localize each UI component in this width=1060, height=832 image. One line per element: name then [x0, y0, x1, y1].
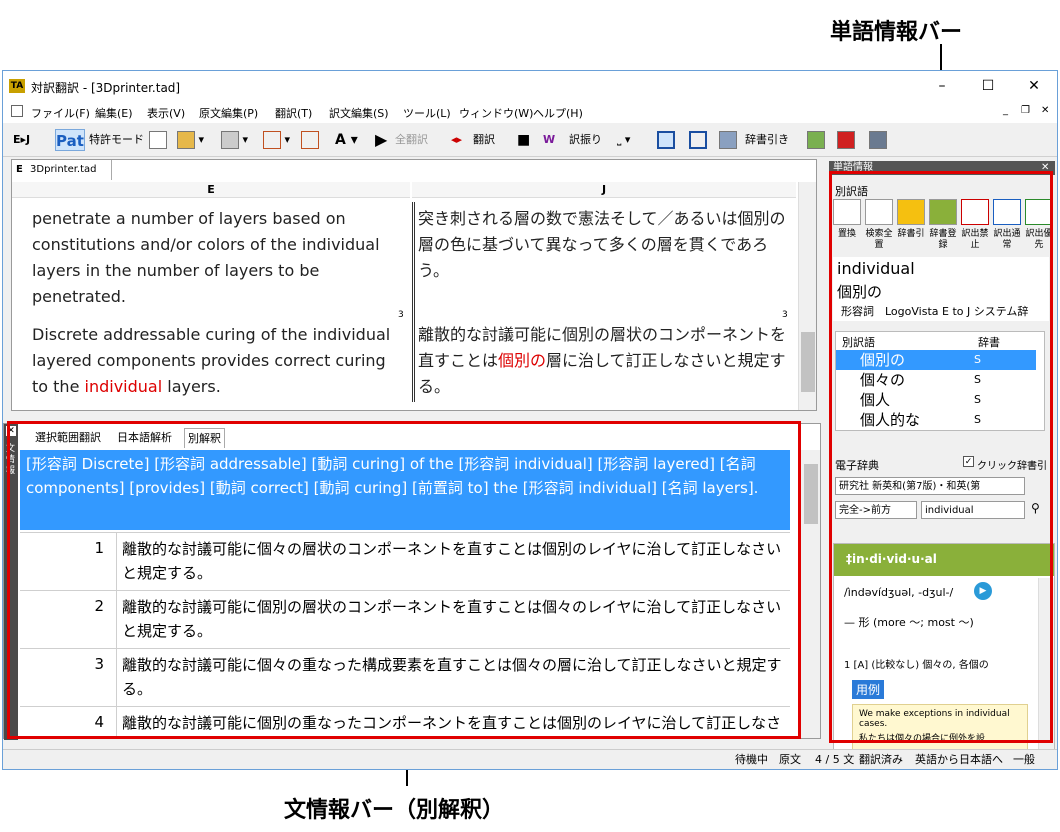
source-sentence-2-b: layers.: [162, 377, 221, 396]
font-size-icon[interactable]: A ▾: [335, 129, 358, 151]
document-scrollbar[interactable]: [798, 182, 816, 410]
play-icon[interactable]: ▶: [375, 129, 387, 151]
menu-view[interactable]: 表示(V): [147, 105, 185, 121]
mdi-minimize-icon[interactable]: _: [1003, 105, 1008, 116]
search-user-icon[interactable]: [869, 129, 887, 151]
layout-three-columns-icon[interactable]: [301, 129, 319, 151]
row-separator: [412, 202, 415, 402]
document-pane: E 3Dprinter.tad E J penetrate a number o…: [11, 159, 817, 411]
source-sentence-1[interactable]: penetrate a number of layers based on co…: [32, 206, 404, 310]
minimize-button[interactable]: –: [919, 71, 965, 101]
target-sentence-1[interactable]: 突き刺される層の数で憲法そして／あるいは個別の層の色に基づいて異なって多くの層を…: [418, 206, 790, 284]
document-tab-prefix: E: [16, 164, 23, 175]
target-highlight-word[interactable]: 個別の: [498, 351, 546, 370]
title-bar: TA 対訳翻訳 - [3Dprinter.tad] – ☐ ✕: [3, 71, 1057, 101]
dictionary-icon[interactable]: [719, 129, 737, 151]
column-header-e: E: [12, 182, 410, 198]
status-translated: 翻訳済み: [859, 753, 903, 766]
document-tab-label: 3Dprinter.tad: [30, 164, 97, 175]
info-scroll-thumb[interactable]: [804, 464, 818, 524]
notebook-icon[interactable]: [807, 129, 825, 151]
info-scrollbar[interactable]: [800, 450, 820, 738]
pat-button[interactable]: Pat: [55, 129, 85, 151]
document-tab[interactable]: E 3Dprinter.tad: [12, 160, 112, 180]
source-sentence-2[interactable]: Discrete addressable curing of the indiv…: [32, 322, 404, 400]
assign-button[interactable]: 訳振り: [569, 129, 602, 151]
status-direction: 英語から日本語へ: [915, 753, 1003, 766]
translate-all-button[interactable]: 全翻訳: [395, 129, 428, 151]
status-field: 一般: [1013, 753, 1035, 766]
menu-bar: ファイル(F) 編集(E) 表示(V) 原文編集(P) 翻訳(T) 訳文編集(S…: [3, 101, 1057, 123]
patent-mode-label[interactable]: 特許モード: [89, 129, 144, 151]
doc-menu-icon[interactable]: [11, 105, 23, 117]
menu-translation-edit[interactable]: 訳文編集(S): [329, 105, 389, 121]
menu-source-edit[interactable]: 原文編集(P): [199, 105, 258, 121]
target-sentence-2[interactable]: 離散的な討議可能に個別の層状のコンポーネントを直すことは個別の層に治して訂正しな…: [418, 322, 790, 400]
close-button[interactable]: ✕: [1011, 71, 1057, 101]
row-marker-left: 3: [398, 310, 404, 320]
mdi-restore-icon[interactable]: ❐: [1021, 105, 1030, 116]
menu-help[interactable]: ヘルプ(H): [533, 105, 583, 121]
word-info-bar-annotation: 単語情報バー: [830, 20, 963, 45]
source-highlight-word[interactable]: individual: [85, 377, 163, 396]
word-info-highlight-frame: [829, 171, 1053, 743]
status-sentence-count: 4 / 5 文: [815, 753, 855, 766]
menu-translate[interactable]: 翻訳(T): [275, 105, 312, 121]
layout-side-by-side-icon[interactable]: [657, 129, 675, 151]
document-scroll-thumb[interactable]: [801, 332, 815, 392]
row-marker-right: 3: [782, 310, 788, 320]
maximize-button[interactable]: ☐: [965, 71, 1011, 101]
print-icon[interactable]: ▾: [221, 129, 248, 151]
column-header-j: J: [412, 182, 796, 198]
layout-stacked-icon[interactable]: [689, 129, 707, 151]
translate-button[interactable]: 翻訳: [473, 129, 495, 151]
space-icon[interactable]: ⎵ ▾: [617, 129, 630, 151]
status-state: 待機中: [735, 753, 768, 766]
menu-tools[interactable]: ツール(L): [403, 105, 451, 121]
status-source: 原文: [779, 753, 801, 766]
open-folder-icon[interactable]: ▾: [177, 129, 204, 151]
dictionary-lookup-button[interactable]: 辞書引き: [745, 129, 789, 151]
toolbar: E▸J Pat 特許モード ▾ ▾ ▾ A ▾ ▶ 全翻訳 ◂▸ 翻訳 ■ W …: [3, 123, 1057, 157]
mdi-close-icon[interactable]: ✕: [1041, 105, 1049, 116]
ex-dictionary-icon[interactable]: [837, 129, 855, 151]
stop-icon[interactable]: ■: [517, 129, 530, 151]
assign-icon[interactable]: W: [543, 129, 555, 151]
app-logo-icon: TA: [9, 79, 25, 93]
menu-window[interactable]: ウィンドウ(W): [459, 105, 533, 121]
menu-file[interactable]: ファイル(F): [31, 105, 90, 121]
translate-icon[interactable]: ◂▸: [451, 129, 462, 151]
menu-edit[interactable]: 編集(E): [95, 105, 133, 121]
ej-direction-button[interactable]: E▸J: [13, 129, 30, 151]
app-window: TA 対訳翻訳 - [3Dprinter.tad] – ☐ ✕ ファイル(F) …: [2, 70, 1058, 770]
sentence-info-bar-annotation: 文情報バー（別解釈）: [284, 798, 505, 823]
sentence-info-highlight-frame: [7, 421, 801, 739]
status-bar: 待機中 原文 4 / 5 文 翻訳済み 英語から日本語へ 一般: [3, 749, 1057, 769]
new-doc-icon[interactable]: [149, 129, 167, 151]
window-title: 対訳翻訳 - [3Dprinter.tad]: [31, 81, 181, 95]
layout-columns-icon[interactable]: ▾: [263, 129, 290, 151]
